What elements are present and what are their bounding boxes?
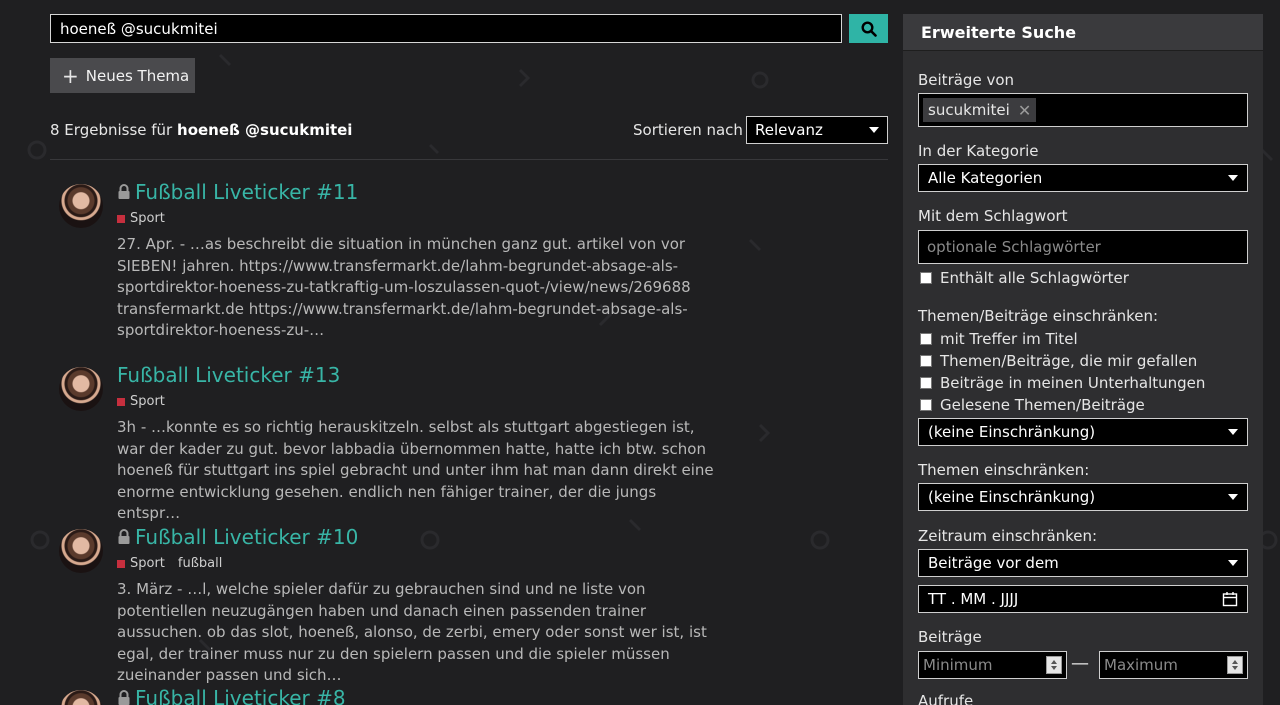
calendar-icon[interactable]: [1222, 591, 1238, 607]
advanced-search-panel: Erweiterte Suche Beiträge von sucukmitei…: [903, 14, 1263, 705]
tag-link[interactable]: fußball: [178, 556, 222, 571]
category-select-value: Alle Kategorien: [928, 169, 1043, 187]
category-color-square: [117, 214, 125, 223]
views-label: Aufrufe: [918, 692, 974, 705]
category-name: Sport: [130, 211, 165, 226]
results-count: 8 Ergebnisse für hoeneß @sucukmitei: [50, 121, 352, 139]
tag-label: Mit dem Schlagwort: [918, 207, 1068, 225]
result-title: Fußball Liveticker #8: [135, 686, 346, 705]
category-select[interactable]: Alle Kategorien: [918, 164, 1248, 192]
category-name: Sport: [130, 556, 165, 571]
divider: [50, 159, 888, 160]
avatar[interactable]: [59, 367, 103, 411]
result-excerpt[interactable]: 27. Apr. - …as beschreibt die situation …: [117, 234, 723, 342]
tag-input[interactable]: optionale Schlagwörter: [918, 230, 1248, 264]
sort-select-value: Relevanz: [755, 121, 823, 139]
category-color-square: [117, 559, 125, 568]
restrict-option-label: Gelesene Themen/Beiträge: [940, 396, 1145, 414]
restrict-checkbox[interactable]: [920, 399, 932, 411]
category-label: In der Kategorie: [918, 142, 1039, 160]
result-title: Fußball Liveticker #10: [135, 525, 359, 549]
new-topic-button[interactable]: + Neues Thema: [50, 58, 195, 93]
posted-by-label: Beiträge von: [918, 71, 1015, 89]
restrict-select-value: (keine Einschränkung): [928, 423, 1096, 441]
restrict-checkbox[interactable]: [920, 355, 932, 367]
results-query: hoeneß @sucukmitei: [177, 121, 353, 139]
chevron-down-icon: [1228, 175, 1238, 181]
posts-min-input[interactable]: Minimum: [918, 651, 1067, 679]
restrict-option-label: Themen/Beiträge, die mir gefallen: [940, 352, 1198, 370]
category-badge[interactable]: Sport: [117, 394, 165, 409]
chevron-down-icon: [1228, 429, 1238, 435]
plus-icon: +: [62, 63, 79, 88]
avatar[interactable]: [59, 529, 103, 573]
restrict-checkbox[interactable]: [920, 377, 932, 389]
user-chip: sucukmitei ✕: [923, 98, 1037, 122]
result-excerpt[interactable]: 3h - …konnte es so richtig herauskitzeln…: [117, 417, 723, 525]
new-topic-label: Neues Thema: [85, 66, 190, 85]
result-title: Fußball Liveticker #13: [117, 363, 341, 387]
result-title: Fußball Liveticker #11: [135, 180, 359, 204]
chevron-down-icon: [869, 127, 879, 133]
posts-max-input[interactable]: Maximum: [1099, 651, 1248, 679]
advanced-search-title[interactable]: Erweiterte Suche: [903, 14, 1263, 51]
lock-icon: [117, 184, 131, 200]
topics-select[interactable]: (keine Einschränkung): [918, 483, 1248, 511]
lock-icon: [117, 529, 131, 545]
tag-input-placeholder: optionale Schlagwörter: [927, 238, 1101, 256]
chevron-down-icon: [1228, 494, 1238, 500]
result-title-link[interactable]: Fußball Liveticker #8: [117, 686, 346, 705]
all-tags-label: Enthält alle Schlagwörter: [940, 269, 1129, 287]
search-input[interactable]: [50, 14, 842, 43]
stepper-icon[interactable]: [1227, 656, 1243, 674]
search-button[interactable]: [849, 14, 888, 43]
results-count-prefix: 8 Ergebnisse für: [50, 121, 173, 139]
restrict-option[interactable]: Beiträge in meinen Unterhaltungen: [920, 374, 1205, 392]
restrict-option[interactable]: Gelesene Themen/Beiträge: [920, 396, 1145, 414]
restrict-checkbox[interactable]: [920, 333, 932, 345]
date-input[interactable]: TT . MM . JJJJ: [918, 585, 1248, 613]
topics-label: Themen einschränken:: [918, 461, 1090, 479]
category-badge[interactable]: Sport: [117, 211, 165, 226]
user-chip-name: sucukmitei: [928, 101, 1010, 119]
sort-label: Sortieren nach: [633, 121, 743, 139]
result-title-link[interactable]: Fußball Liveticker #10: [117, 525, 358, 549]
restrict-option[interactable]: mit Treffer im Titel: [920, 330, 1078, 348]
restrict-option-label: Beiträge in meinen Unterhaltungen: [940, 374, 1206, 392]
avatar[interactable]: [59, 184, 103, 228]
posted-by-input[interactable]: sucukmitei ✕: [918, 93, 1248, 127]
all-tags-checkbox[interactable]: [920, 272, 932, 284]
restrict-select[interactable]: (keine Einschränkung): [918, 418, 1248, 446]
category-badge[interactable]: Sport fußball: [117, 556, 222, 571]
result-title-link[interactable]: Fußball Liveticker #13: [117, 363, 340, 387]
all-tags-checkbox-row[interactable]: Enthält alle Schlagwörter: [920, 269, 1129, 287]
topics-select-value: (keine Einschränkung): [928, 488, 1096, 506]
restrict-option[interactable]: Themen/Beiträge, die mir gefallen: [920, 352, 1197, 370]
sort-select[interactable]: Relevanz: [746, 116, 888, 144]
lock-icon: [117, 690, 131, 705]
range-dash: —: [1071, 653, 1089, 674]
category-name: Sport: [130, 394, 165, 409]
result-excerpt[interactable]: 3. März - …l, welche spieler dafür zu ge…: [117, 579, 723, 687]
category-color-square: [117, 397, 125, 406]
search-icon: [860, 20, 877, 37]
close-icon[interactable]: ✕: [1018, 101, 1031, 120]
posts-min-placeholder: Minimum: [923, 656, 993, 674]
time-label: Zeitraum einschränken:: [918, 527, 1098, 545]
posts-max-placeholder: Maximum: [1104, 656, 1178, 674]
restrict-label: Themen/Beiträge einschränken:: [918, 307, 1159, 325]
stepper-icon[interactable]: [1046, 656, 1062, 674]
avatar[interactable]: [59, 690, 103, 705]
posts-label: Beiträge: [918, 628, 982, 646]
chevron-down-icon: [1228, 560, 1238, 566]
time-select[interactable]: Beiträge vor dem: [918, 549, 1248, 577]
time-select-value: Beiträge vor dem: [928, 554, 1059, 572]
restrict-option-label: mit Treffer im Titel: [940, 330, 1078, 348]
date-input-placeholder: TT . MM . JJJJ: [928, 590, 1019, 608]
result-title-link[interactable]: Fußball Liveticker #11: [117, 180, 358, 204]
